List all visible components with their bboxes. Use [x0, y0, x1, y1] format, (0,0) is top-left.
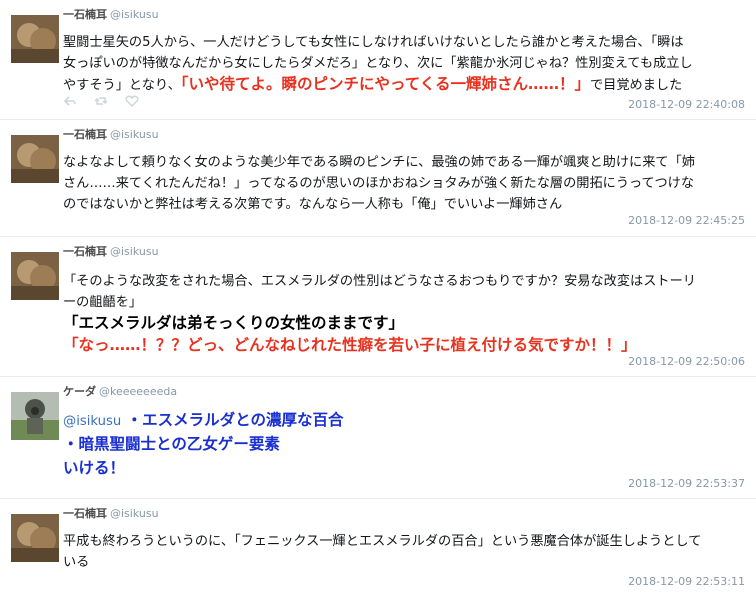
tweet-text-segment: 平成も終わろうというのに、「フェニックス一輝とエスメラルダの百合」という悪魔合体…: [63, 534, 702, 549]
tweet-header: 一石楠耳 @isikusu: [63, 243, 748, 261]
tweet-timestamp[interactable]: 2018-12-09 22:50:06: [628, 355, 745, 368]
tweet-text-segment: で目覚めました: [589, 78, 683, 93]
tweet-timestamp[interactable]: 2018-12-09 22:40:08: [628, 98, 745, 111]
display-name[interactable]: 一石楠耳: [63, 128, 107, 141]
tweet-line: ーの齟齬を」: [63, 292, 748, 313]
tweet-timestamp[interactable]: 2018-12-09 22:53:37: [628, 477, 745, 490]
reply-icon[interactable]: [63, 94, 77, 108]
display-name[interactable]: 一石楠耳: [63, 8, 107, 21]
tweet-text-segment: 聖闘士星矢の5人から、一人だけどうしても女性にしなければいけないとしたら誰かと考…: [63, 35, 684, 50]
tweet-text-segment: やすそう」となり、: [63, 78, 181, 93]
tweet-text-segment: ・エスメラルダとの濃厚な百合: [121, 411, 344, 429]
tweet: 一石楠耳 @isikusu なよなよして頼りなく女のような美少年である瞬のピンチに…: [0, 120, 756, 237]
tweet-text-segment: いる: [63, 555, 90, 570]
tweet-text-segment: 「エスメラルダは弟そっくりの女性のままです」: [63, 314, 405, 332]
tweet-header: 一石楠耳 @isikusu: [63, 126, 748, 144]
avatar[interactable]: [11, 252, 59, 300]
tweet-line: のではないかと弊社は考える次第です。なんなら一人称も「俺」でいいよ一輝姉さん: [63, 194, 748, 215]
tweet-header: 一石楠耳 @isikusu: [63, 505, 748, 523]
user-handle[interactable]: @isikusu: [110, 8, 159, 21]
tweet-actions: [63, 94, 156, 108]
tweet-text-segment: ・暗黒聖闘士との乙女ゲー要素: [63, 435, 280, 453]
tweet-line: 「なっ……！？？どっ、どんなねじれた性癖を若い子に植え付ける気ですか！！」: [63, 335, 748, 357]
avatar[interactable]: [11, 514, 59, 562]
tweet-line: @isikusu ・エスメラルダとの濃厚な百合: [63, 409, 748, 433]
tweet-timestamp[interactable]: 2018-12-09 22:45:25: [628, 214, 745, 227]
tweet-timeline: 一石楠耳 @isikusu 聖闘士星矢の5人から、一人だけどうしても女性にしなけれ…: [0, 0, 756, 594]
tweet-content: 一石楠耳 @isikusu 平成も終わろうというのに、「フェニックス一輝とエスメラ…: [63, 505, 748, 573]
retweet-icon[interactable]: [94, 94, 108, 108]
tweet: 一石楠耳 @isikusu 平成も終わろうというのに、「フェニックス一輝とエスメラ…: [0, 499, 756, 594]
tweet-line: さん……来てくれたんだね！」ってなるのが思いのほかおねショタみが強く新たな層の開…: [63, 173, 748, 194]
tweet-text-segment: 「そのような改変をされた場合、エスメラルダの性別はどうなさるおつもりですか？安易…: [63, 274, 696, 289]
avatar[interactable]: [11, 392, 59, 440]
tweet-text-segment: のではないかと弊社は考える次第です。なんなら一人称も「俺」でいいよ一輝姉さん: [63, 197, 563, 212]
tweet-line: 「そのような改変をされた場合、エスメラルダの性別はどうなさるおつもりですか？安易…: [63, 271, 748, 292]
tweet-line: 聖闘士星矢の5人から、一人だけどうしても女性にしなければいけないとしたら誰かと考…: [63, 32, 748, 53]
tweet-text-segment: ーの齟齬を」: [63, 295, 143, 310]
user-handle[interactable]: @keeeeeeeda: [99, 385, 177, 398]
tweet-text: 「そのような改変をされた場合、エスメラルダの性別はどうなさるおつもりですか？安易…: [63, 271, 748, 357]
tweet-text-segment: 「なっ……！？？どっ、どんなねじれた性癖を若い子に植え付ける気ですか！！」: [63, 336, 637, 354]
tweet-line: 「エスメラルダは弟そっくりの女性のままです」: [63, 313, 748, 335]
tweet-content: 一石楠耳 @isikusu 「そのような改変をされた場合、エスメラルダの性別はどう…: [63, 243, 748, 357]
display-name[interactable]: 一石楠耳: [63, 245, 107, 258]
tweet-line: 女っぽいのが特徴なんだから女にしたらダメだろ」となり、次に「紫龍か氷河じゃね？性…: [63, 53, 748, 74]
mention-link[interactable]: @isikusu: [63, 414, 121, 429]
tweet-text: 平成も終わろうというのに、「フェニックス一輝とエスメラルダの百合」という悪魔合体…: [63, 531, 748, 573]
tweet-content: ケーダ @keeeeeeeda @isikusu ・エスメラルダとの濃厚な百合・暗…: [63, 383, 748, 481]
tweet: ケーダ @keeeeeeeda @isikusu ・エスメラルダとの濃厚な百合・暗…: [0, 377, 756, 499]
avatar[interactable]: [11, 15, 59, 63]
tweet-text: なよなよして頼りなく女のような美少年である瞬のピンチに、最強の姉である一輝が颯爽…: [63, 152, 748, 215]
display-name[interactable]: ケーダ: [63, 385, 96, 398]
tweet-line: やすそう」となり、「いや待てよ。瞬のピンチにやってくる一輝姉さん……！」で目覚め…: [63, 74, 748, 96]
tweet-content: 一石楠耳 @isikusu なよなよして頼りなく女のような美少年である瞬のピンチに…: [63, 126, 748, 215]
tweet-line: なよなよして頼りなく女のような美少年である瞬のピンチに、最強の姉である一輝が颯爽…: [63, 152, 748, 173]
tweet-line: 平成も終わろうというのに、「フェニックス一輝とエスメラルダの百合」という悪魔合体…: [63, 531, 748, 552]
tweet-timestamp[interactable]: 2018-12-09 22:53:11: [628, 575, 745, 588]
tweet: 一石楠耳 @isikusu 聖闘士星矢の5人から、一人だけどうしても女性にしなけれ…: [0, 0, 756, 120]
tweet-header: 一石楠耳 @isikusu: [63, 6, 748, 24]
user-handle[interactable]: @isikusu: [110, 128, 159, 141]
tweet-content: 一石楠耳 @isikusu 聖闘士星矢の5人から、一人だけどうしても女性にしなけれ…: [63, 6, 748, 96]
tweet-text-segment: 「いや待てよ。瞬のピンチにやってくる一輝姉さん……！」: [180, 75, 590, 93]
like-icon[interactable]: [125, 94, 139, 108]
tweet-text-segment: いける！: [63, 459, 126, 477]
tweet-header: ケーダ @keeeeeeeda: [63, 383, 748, 401]
tweet-line: いる: [63, 552, 748, 573]
user-handle[interactable]: @isikusu: [110, 245, 159, 258]
avatar[interactable]: [11, 135, 59, 183]
user-handle[interactable]: @isikusu: [110, 507, 159, 520]
tweet-text-segment: さん……来てくれたんだね！」ってなるのが思いのほかおねショタみが強く新たな層の開…: [63, 176, 695, 191]
tweet: 一石楠耳 @isikusu 「そのような改変をされた場合、エスメラルダの性別はどう…: [0, 237, 756, 377]
tweet-text-segment: なよなよして頼りなく女のような美少年である瞬のピンチに、最強の姉である一輝が颯爽…: [63, 155, 695, 170]
tweet-text: 聖闘士星矢の5人から、一人だけどうしても女性にしなければいけないとしたら誰かと考…: [63, 32, 748, 96]
display-name[interactable]: 一石楠耳: [63, 507, 107, 520]
tweet-text-segment: 女っぽいのが特徴なんだから女にしたらダメだろ」となり、次に「紫龍か氷河じゃね？性…: [63, 56, 693, 71]
tweet-line: ・暗黒聖闘士との乙女ゲー要素: [63, 433, 748, 457]
tweet-text: @isikusu ・エスメラルダとの濃厚な百合・暗黒聖闘士との乙女ゲー要素 いける…: [63, 409, 748, 481]
